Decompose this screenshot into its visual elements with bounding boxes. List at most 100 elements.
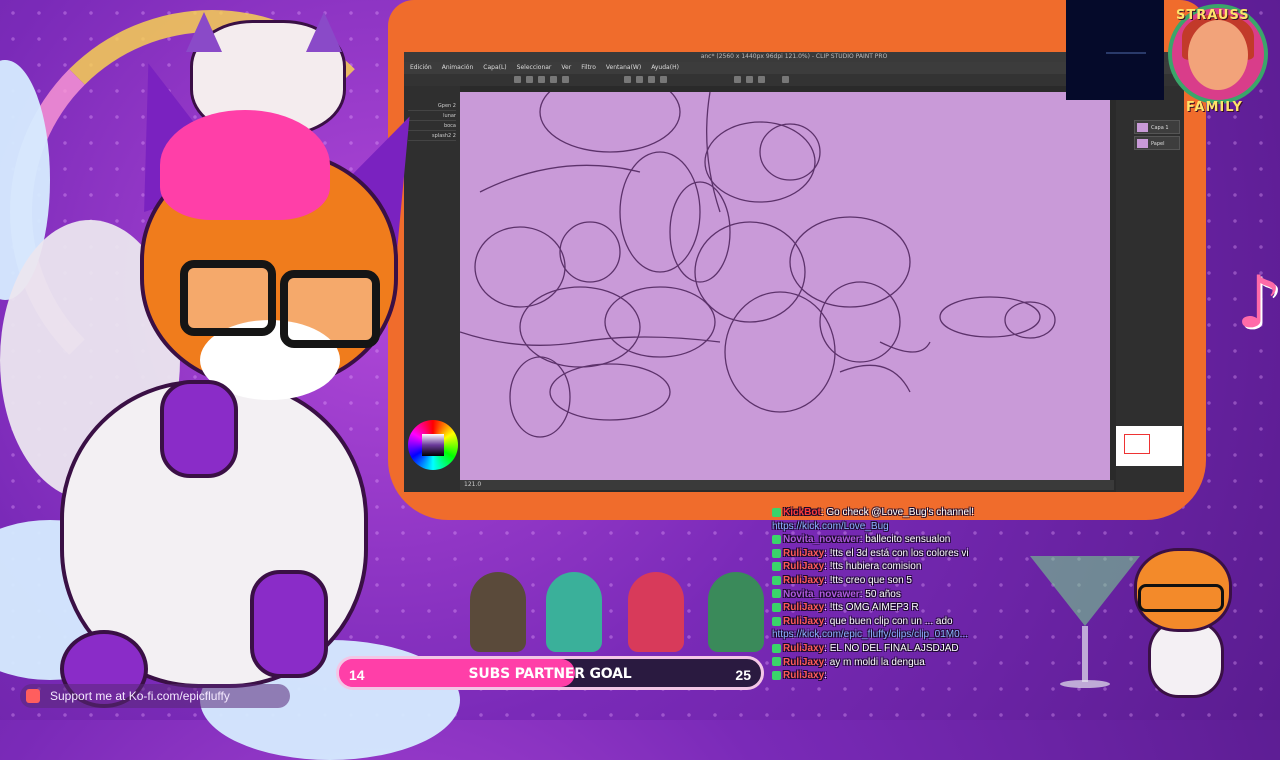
menu-filtro[interactable]: Filtro xyxy=(581,62,596,74)
chat-username[interactable]: Novita_novawer xyxy=(783,534,860,545)
chat-username[interactable]: RuliJaxy xyxy=(783,657,824,668)
chat-text: : !tts creo que son 5 xyxy=(824,575,912,586)
fox-hair xyxy=(160,110,330,220)
badge-top-word: STRAUSS xyxy=(1176,8,1250,23)
glass-stem xyxy=(1082,626,1088,682)
chat-text: : ay m moldi la dengua xyxy=(824,656,925,668)
cat-companion-ear xyxy=(306,12,342,52)
webcam-detail xyxy=(1106,52,1146,54)
menu-ayuda[interactable]: Ayuda(H) xyxy=(651,62,679,74)
brush-item[interactable]: Gpen 2 xyxy=(408,102,456,111)
toolbar-button[interactable] xyxy=(660,76,667,83)
chat-username[interactable]: RuliJaxy xyxy=(783,602,824,613)
chat-text: : que buen clip con un ... ado xyxy=(824,615,953,627)
music-note-decoration: ♪ xyxy=(1236,260,1280,344)
cat-companion-ear xyxy=(186,12,222,52)
glass-cup xyxy=(1030,556,1140,626)
menu-animacion[interactable]: Animación xyxy=(442,62,474,74)
chat-text: : Go check @Love_Bug's channel! xyxy=(820,507,975,518)
chat-username[interactable]: KickBot xyxy=(783,507,821,518)
chat-link[interactable]: https://kick.com/epic_fluffy/clips/clip_… xyxy=(772,629,968,640)
chat-badge-icon xyxy=(772,603,781,613)
chat-badge-icon xyxy=(772,535,781,545)
chat-message: https://kick.com/epic_fluffy/clips/clip_… xyxy=(772,628,968,641)
toolbar-button[interactable] xyxy=(562,76,569,83)
chat-badge-icon xyxy=(772,507,781,517)
chat-badge-icon xyxy=(772,616,781,626)
toolbar-button[interactable] xyxy=(746,76,753,83)
chat-username[interactable]: RuliJaxy xyxy=(783,561,824,572)
subscriber-avatar xyxy=(470,572,526,652)
toolbar-button[interactable] xyxy=(550,76,557,83)
kofi-text: Support me at Ko-fi.com/epicfluffy xyxy=(50,689,230,703)
navigator-preview[interactable] xyxy=(1116,426,1182,466)
chat-badge-icon xyxy=(772,562,781,572)
chat-text: : !tts el 3d está con los colores vi xyxy=(824,547,969,559)
chat-text: : xyxy=(824,670,827,682)
subs-goal-bar: SUBS PARTNER GOAL 14 25 xyxy=(336,656,764,690)
chat-text: : ballecito sensualon xyxy=(859,534,951,546)
drawing-canvas[interactable] xyxy=(459,71,1110,480)
badge-character-face xyxy=(1188,20,1248,90)
mini-cat-glasses xyxy=(1138,584,1224,612)
chat-message: RuliJaxy: que buen clip con un ... ado xyxy=(772,615,953,628)
subscriber-avatar xyxy=(546,572,602,652)
chat-badge-icon xyxy=(772,575,781,585)
clip-studio-window: anc* (2560 x 1440px 96dpi 121.0%) - CLIP… xyxy=(404,52,1184,492)
toolbar-button[interactable] xyxy=(624,76,631,83)
goal-current: 14 xyxy=(349,667,365,683)
chat-message: https://kick.com/Love_Bug xyxy=(772,520,889,533)
goal-target: 25 xyxy=(735,667,751,683)
chat-link[interactable]: https://kick.com/Love_Bug xyxy=(772,521,889,532)
toolbar-button[interactable] xyxy=(514,76,521,83)
subscriber-avatar xyxy=(628,572,684,652)
chat-message: RuliJaxy: !tts el 3d está con los colore… xyxy=(772,547,969,560)
webcam-feed xyxy=(1066,0,1164,100)
subscriber-avatar xyxy=(708,572,764,652)
menu-ver[interactable]: Ver xyxy=(561,62,571,74)
chat-badge-icon xyxy=(772,671,781,681)
kofi-cup-icon xyxy=(26,689,40,703)
toolbar-button[interactable] xyxy=(648,76,655,83)
status-bar: 121.0 xyxy=(460,480,1114,490)
chat-username[interactable]: RuliJaxy xyxy=(783,575,824,586)
chat-badge-icon xyxy=(772,657,781,667)
toolbar-button[interactable] xyxy=(734,76,741,83)
menu-ventana[interactable]: Ventana(W) xyxy=(606,62,641,74)
menu-edicion[interactable]: Edición xyxy=(410,62,432,74)
chat-message: RuliJaxy: !tts creo que son 5 xyxy=(772,574,912,587)
chat-badge-icon xyxy=(772,589,781,599)
chat-text: : 50 años xyxy=(859,588,901,600)
chat-badge-icon xyxy=(772,548,781,558)
color-wheel[interactable] xyxy=(408,420,458,470)
badge-bottom-word: FAMILY xyxy=(1186,100,1243,115)
color-picker-square[interactable] xyxy=(422,434,444,456)
navigator-viewport[interactable] xyxy=(1124,434,1150,454)
chat-message: RuliJaxy: ay m moldi la dengua xyxy=(772,656,925,669)
strauss-family-badge: STRAUSS FAMILY xyxy=(1164,0,1276,140)
toolbar-button[interactable] xyxy=(782,76,789,83)
chat-username[interactable]: RuliJaxy xyxy=(783,670,824,681)
chat-message: KickBot: Go check @Love_Bug's channel! xyxy=(772,506,974,519)
chat-message: Novita_novawer: 50 años xyxy=(772,588,901,601)
chat-badge-icon xyxy=(772,643,781,653)
chat-text: : !tts OMG AIMEP3 R xyxy=(824,602,919,614)
chat-username[interactable]: RuliJaxy xyxy=(783,616,824,627)
menu-capa[interactable]: Capa(L) xyxy=(483,62,506,74)
toolbar-button[interactable] xyxy=(526,76,533,83)
layer-name: Papel xyxy=(1151,141,1165,147)
sketch-lines xyxy=(459,71,1056,438)
chat-username[interactable]: RuliJaxy xyxy=(783,548,824,559)
cocktail-glass xyxy=(1030,556,1140,696)
toolbar-button[interactable] xyxy=(636,76,643,83)
chat-username[interactable]: Novita_novawer xyxy=(783,589,860,600)
toolbar-button[interactable] xyxy=(538,76,545,83)
menu-seleccionar[interactable]: Seleccionar xyxy=(517,62,552,74)
layer-thumbnail xyxy=(1137,123,1148,132)
chat-message: RuliJaxy: !tts OMG AIMEP3 R xyxy=(772,601,919,614)
toolbar-button[interactable] xyxy=(758,76,765,83)
fox-arm xyxy=(160,380,238,478)
chat-username[interactable]: RuliJaxy xyxy=(783,643,824,654)
mini-cat-character xyxy=(1126,528,1236,698)
kofi-banner: Support me at Ko-fi.com/epicfluffy xyxy=(20,684,290,708)
